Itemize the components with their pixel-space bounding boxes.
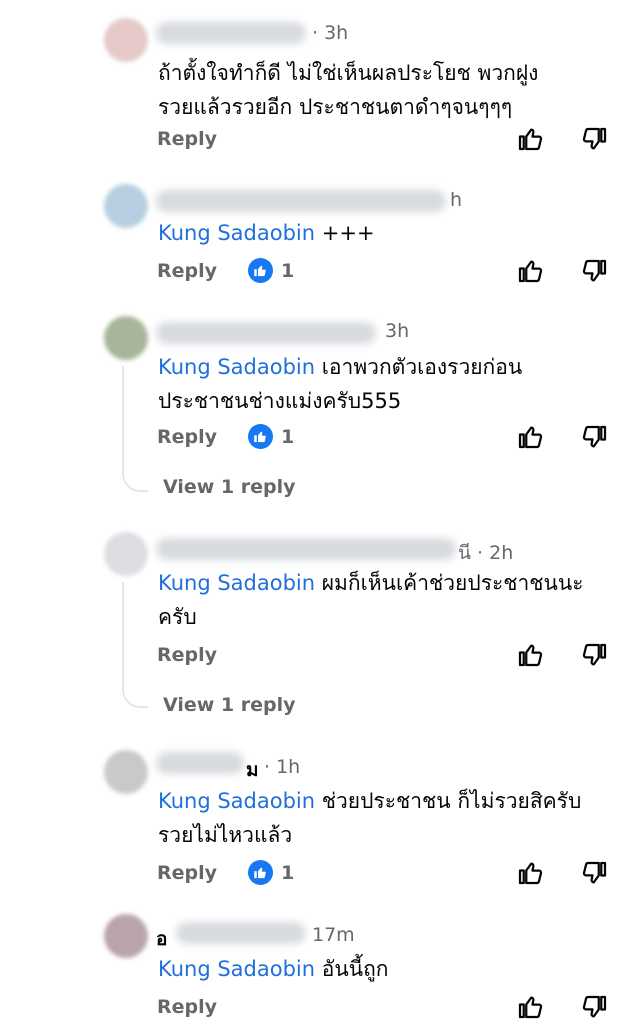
comment-text: ถ้าตั้งใจทำก็ดี ไม่ใช่เห็นผลประโยช พวกฝู… (158, 56, 618, 124)
mention-link[interactable]: Kung Sadaobin (158, 789, 315, 813)
view-replies-link[interactable]: View 1 reply (163, 476, 296, 498)
comment-text-line: รวยไม่ไหวแล้ว (158, 823, 293, 847)
thread-line (122, 582, 124, 682)
comment-time: นี · 2h (458, 542, 514, 564)
dislike-icon[interactable] (580, 422, 610, 452)
like-icon[interactable] (515, 992, 545, 1022)
reply-button[interactable]: Reply (157, 426, 217, 448)
avatar[interactable] (104, 914, 148, 958)
author-name-blurred[interactable] (156, 538, 456, 560)
comment-text-body: อันนี้ถูก (315, 957, 389, 981)
dislike-icon[interactable] (580, 640, 610, 670)
comment-text: Kung Sadaobin ช่วยประชาชน ก็ไม่รวยสิครับ… (158, 784, 618, 852)
mention-link[interactable]: Kung Sadaobin (158, 355, 315, 379)
author-name-blurred[interactable] (156, 322, 376, 344)
comment-text-line: รวยแล้วรวยอีก ประชาชนตาดำๆจนๆๆๆ (158, 95, 513, 119)
comment-time: · 1h (264, 756, 301, 778)
reaction-like-icon (248, 258, 273, 283)
comment-text-body: +++ (315, 221, 375, 245)
like-icon[interactable] (515, 640, 545, 670)
thread-curve (122, 682, 148, 708)
dislike-icon[interactable] (580, 124, 610, 154)
like-icon[interactable] (515, 256, 545, 286)
comment-text-line: ประชาชนช่างแม่งครับ555 (158, 389, 402, 413)
like-icon[interactable] (515, 858, 545, 888)
like-icon[interactable] (515, 422, 545, 452)
reply-button[interactable]: Reply (157, 128, 217, 150)
thread-curve (122, 466, 148, 492)
reaction-count: 1 (281, 861, 295, 884)
thread-line (122, 366, 124, 466)
view-replies-link[interactable]: View 1 reply (163, 694, 296, 716)
mention-link[interactable]: Kung Sadaobin (158, 221, 315, 245)
author-name-blurred[interactable] (156, 752, 244, 774)
reaction-summary[interactable]: 1 (248, 258, 294, 283)
avatar[interactable] (104, 184, 148, 228)
comment-text: Kung Sadaobin อันนี้ถูก (158, 952, 618, 986)
comment-text-body: ช่วยประชาชน ก็ไม่รวยสิครับ (315, 789, 582, 813)
comment-text: Kung Sadaobin ผมก็เห็นเค้าช่วยประชาชนนะ … (158, 566, 618, 634)
reaction-count: 1 (281, 259, 295, 282)
author-name-blurred[interactable] (156, 22, 306, 44)
comment-text: Kung Sadaobin เอาพวกตัวเองรวยก่อน ประชาช… (158, 350, 618, 418)
author-name-blurred[interactable] (176, 922, 306, 944)
reaction-summary[interactable]: 1 (248, 424, 294, 449)
comment-text-line: ถ้าตั้งใจทำก็ดี ไม่ใช่เห็นผลประโยช พวกฝู… (158, 61, 539, 85)
comment-text-body: ผมก็เห็นเค้าช่วยประชาชนนะ (315, 571, 584, 595)
comment-text-body: เอาพวกตัวเองรวยก่อน (315, 355, 523, 379)
avatar[interactable] (104, 316, 148, 360)
comment-text: Kung Sadaobin +++ (158, 216, 618, 250)
author-name-blurred[interactable] (156, 190, 446, 212)
comment-text-line: ครับ (158, 605, 197, 629)
like-icon[interactable] (515, 124, 545, 154)
dislike-icon[interactable] (580, 256, 610, 286)
dislike-icon[interactable] (580, 858, 610, 888)
avatar[interactable] (104, 532, 148, 576)
author-name-partial[interactable]: ม (246, 755, 259, 785)
mention-link[interactable]: Kung Sadaobin (158, 571, 315, 595)
author-name-partial[interactable]: อ (156, 924, 167, 954)
reaction-count: 1 (281, 425, 295, 448)
reply-button[interactable]: Reply (157, 260, 217, 282)
comment-time: · 3h (312, 22, 349, 44)
reply-button[interactable]: Reply (157, 862, 217, 884)
reaction-like-icon (248, 860, 273, 885)
avatar[interactable] (104, 18, 148, 62)
mention-link[interactable]: Kung Sadaobin (158, 957, 315, 981)
comment-time: 17m (312, 924, 355, 946)
comment-time: h (450, 189, 463, 211)
avatar[interactable] (104, 750, 148, 794)
reply-button[interactable]: Reply (157, 644, 217, 666)
dislike-icon[interactable] (580, 992, 610, 1022)
reply-button[interactable]: Reply (157, 996, 217, 1018)
reaction-like-icon (248, 424, 273, 449)
reaction-summary[interactable]: 1 (248, 860, 294, 885)
comment-time: 3h (385, 320, 410, 342)
